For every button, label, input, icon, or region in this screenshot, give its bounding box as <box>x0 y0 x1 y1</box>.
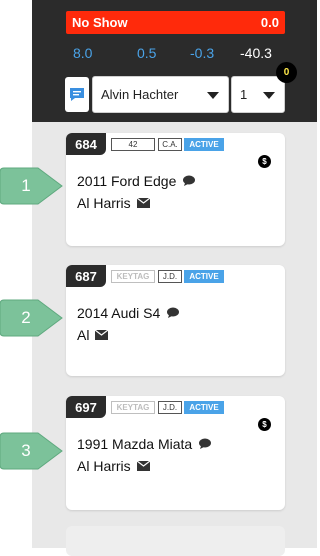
advisor-initials: J.D. <box>158 270 182 283</box>
ro-number: 687 <box>66 265 106 287</box>
vehicle-card-partial <box>66 526 285 556</box>
vehicle-name: 1991 Mazda Miata <box>77 436 193 452</box>
chevron-down-icon <box>207 92 219 99</box>
status-badge: ACTIVE <box>184 401 224 414</box>
customer-name: Al <box>77 327 90 343</box>
customer-name: Al Harris <box>77 458 131 474</box>
payment-icon: $ <box>258 155 271 168</box>
tag-number: 42 <box>111 138 155 151</box>
no-show-value: 0.0 <box>260 15 279 30</box>
callout-marker <box>0 299 63 337</box>
notification-badge: 0 <box>276 62 297 83</box>
payment-icon: $ <box>258 418 271 431</box>
stat-value-2: 0.5 <box>137 45 157 61</box>
customer-name: Al Harris <box>77 195 131 211</box>
status-badge: ACTIVE <box>184 138 224 151</box>
comment-icon[interactable] <box>166 307 180 319</box>
vehicle-card[interactable]: 684 42 C.A. ACTIVE $ 2011 Ford Edge Al H… <box>66 133 285 246</box>
email-icon[interactable] <box>136 461 150 471</box>
chat-icon <box>70 87 84 101</box>
callout-marker <box>0 167 63 205</box>
advisor-initials: J.D. <box>158 401 182 414</box>
vehicle-card[interactable]: 697 KEYTAG J.D. ACTIVE $ 1991 Mazda Miat… <box>66 396 285 510</box>
keytag-label: KEYTAG <box>111 270 155 283</box>
chevron-down-icon <box>263 92 275 99</box>
advisor-select-value: Alvin Hachter <box>101 87 179 102</box>
vehicle-name: 2014 Audi S4 <box>77 305 161 321</box>
message-button[interactable] <box>65 77 89 112</box>
stat-value-3: -0.3 <box>190 45 215 61</box>
keytag-label: KEYTAG <box>111 401 155 414</box>
comment-icon[interactable] <box>182 175 196 187</box>
count-select[interactable]: 1 <box>231 76 285 113</box>
vehicle-name: 2011 Ford Edge <box>77 173 177 189</box>
status-badge: ACTIVE <box>184 270 224 283</box>
advisor-initials: C.A. <box>158 138 182 151</box>
stat-value-1: 8.0 <box>73 45 93 61</box>
no-show-bar: No Show 0.0 <box>66 11 285 34</box>
callout-marker <box>0 432 63 470</box>
ro-number: 697 <box>66 396 106 418</box>
count-select-value: 1 <box>240 87 248 102</box>
email-icon[interactable] <box>95 330 109 340</box>
vehicle-card[interactable]: 687 KEYTAG J.D. ACTIVE 2014 Audi S4 Al <box>66 265 285 376</box>
stat-value-4: -40.3 <box>240 45 272 61</box>
email-icon[interactable] <box>136 198 150 208</box>
ro-number: 684 <box>66 133 106 155</box>
advisor-select[interactable]: Alvin Hachter <box>92 76 229 113</box>
no-show-label: No Show <box>72 15 128 30</box>
comment-icon[interactable] <box>198 438 212 450</box>
